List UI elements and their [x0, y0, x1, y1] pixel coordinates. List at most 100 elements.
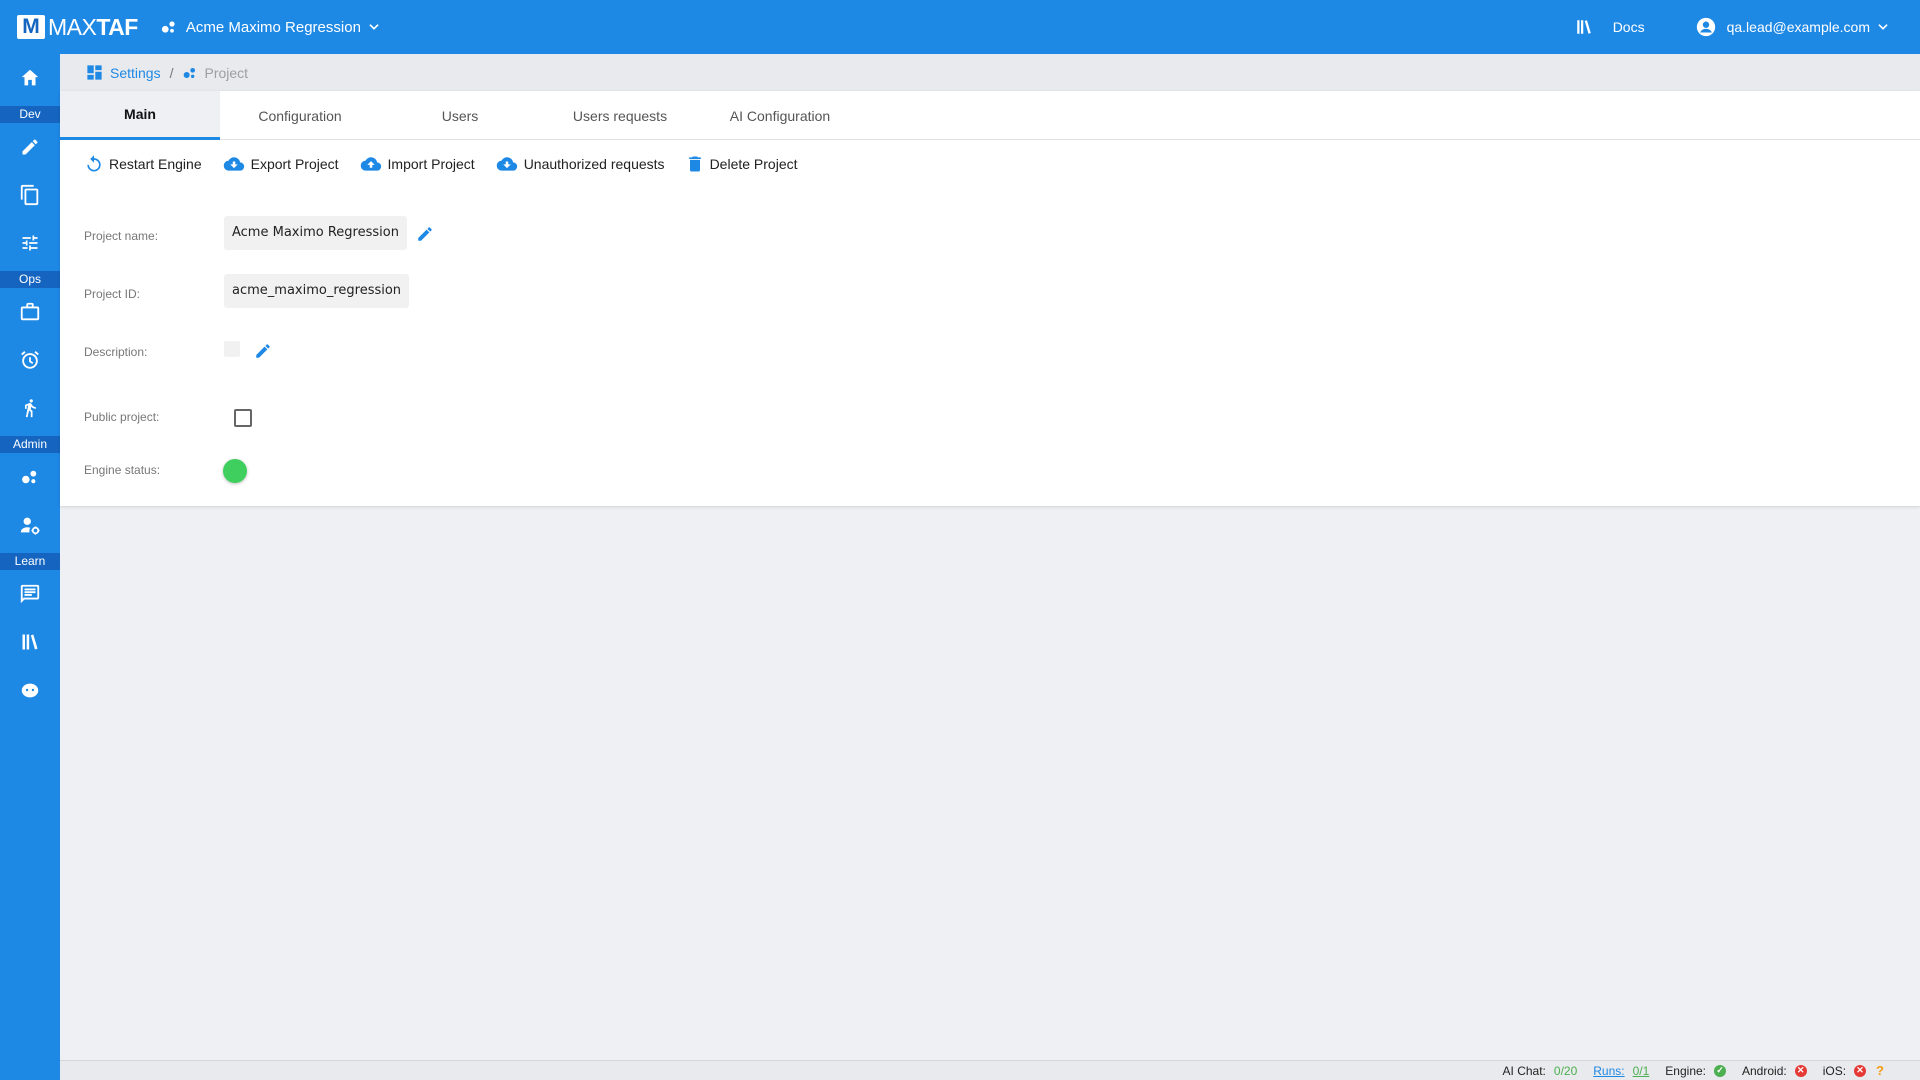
sidebar-item-jobs[interactable] [0, 292, 60, 332]
chat-icon [20, 584, 40, 604]
restart-engine-button[interactable]: Restart Engine [84, 154, 202, 174]
project-settings-card: Main Configuration Users Users requests … [60, 91, 1920, 506]
bubbles-icon [184, 67, 196, 78]
chevron-down-icon [1878, 24, 1888, 30]
check-circle-icon: ✓ [1714, 1064, 1726, 1077]
tab-users-requests[interactable]: Users requests [540, 91, 700, 140]
breadcrumb-separator: / [169, 64, 174, 81]
cloud-download-icon [496, 157, 517, 171]
public-project-checkbox[interactable] [234, 409, 252, 427]
tab-main[interactable]: Main [60, 91, 220, 140]
engine-status: Engine: ✓ [1665, 1064, 1726, 1078]
top-bar: M MAXTAF Acme Maximo Regression Docs qa.… [0, 0, 1920, 54]
logo-letter: M [17, 15, 45, 39]
delete-project-button[interactable]: Delete Project [685, 154, 798, 174]
sidebar-item-library[interactable] [0, 622, 60, 662]
runs-status: Runs: 0/1 [1593, 1064, 1649, 1078]
sliders-icon [22, 235, 38, 251]
cloud-download-icon [223, 157, 244, 171]
export-project-button[interactable]: Export Project [222, 154, 339, 174]
help-icon[interactable]: ? [1876, 1063, 1884, 1078]
runs-link[interactable]: Runs: [1593, 1064, 1624, 1078]
ai-chat-status: AI Chat: 0/20 [1503, 1064, 1578, 1078]
sidebar-section-dev: Dev [0, 106, 60, 123]
delete-project-label: Delete Project [709, 156, 798, 172]
project-selector-label: Acme Maximo Regression [185, 18, 361, 36]
sidebar-item-tune[interactable] [0, 223, 60, 263]
trash-icon [688, 156, 701, 172]
sidebar-item-feedback[interactable] [0, 574, 60, 614]
breadcrumb-project-label: Project [204, 64, 249, 81]
pencil-icon [256, 344, 270, 358]
sidebar-item-home[interactable] [0, 58, 60, 98]
chevron-down-icon [369, 24, 379, 30]
export-project-label: Export Project [250, 156, 339, 172]
import-project-button[interactable]: Import Project [359, 154, 475, 174]
ios-label: iOS: [1822, 1063, 1847, 1078]
engine-status-label: Engine status: [84, 463, 161, 477]
ai-chat-label: AI Chat: [1502, 1063, 1546, 1078]
sidebar-item-projects[interactable] [0, 457, 60, 497]
cloud-upload-icon [360, 157, 381, 171]
tab-bar: Main Configuration Users Users requests … [60, 91, 1920, 140]
tab-users[interactable]: Users [380, 91, 540, 140]
restart-engine-label: Restart Engine [109, 156, 202, 172]
error-circle-icon: ✕ [1794, 1064, 1807, 1077]
account-circle-icon [1696, 17, 1715, 37]
import-project-label: Import Project [387, 156, 475, 172]
headset-icon [21, 681, 39, 698]
engine-status-label-bar: Engine: [1665, 1063, 1706, 1078]
description-field [224, 341, 240, 357]
project-name-field: Acme Maximo Regression [224, 216, 407, 250]
sidebar-item-user-settings[interactable] [0, 505, 60, 545]
description-label: Description: [84, 345, 148, 359]
home-icon [21, 69, 39, 86]
user-menu[interactable]: qa.lead@example.com [1695, 16, 1890, 38]
user-gear-icon [20, 517, 40, 535]
engine-status-indicator [223, 459, 247, 483]
sidebar-section-admin: Admin [0, 436, 60, 453]
sidebar: Dev Ops Admin Learn [0, 54, 60, 1080]
runs-value-link[interactable]: 0/1 [1633, 1064, 1650, 1078]
sidebar-item-edit[interactable] [0, 127, 60, 167]
sidebar-item-runs[interactable] [0, 388, 60, 428]
logo-max: MAX [48, 13, 97, 40]
user-email: qa.lead@example.com [1726, 19, 1870, 35]
tab-configuration[interactable]: Configuration [220, 91, 380, 140]
unauthorized-requests-button[interactable]: Unauthorized requests [495, 154, 665, 174]
android-label: Android: [1742, 1063, 1787, 1078]
project-name-label: Project name: [84, 229, 159, 243]
tab-ai-configuration[interactable]: AI Configuration [700, 91, 860, 140]
unauthorized-requests-label: Unauthorized requests [523, 156, 665, 172]
restart-icon [87, 155, 101, 172]
docs-link[interactable]: Docs [1575, 18, 1645, 36]
sidebar-section-learn: Learn [0, 553, 60, 570]
breadcrumb-settings-label: Settings [110, 64, 161, 81]
sidebar-item-documents[interactable] [0, 175, 60, 215]
sidebar-item-support[interactable] [0, 670, 60, 710]
breadcrumb-settings[interactable]: Settings [85, 63, 161, 82]
status-bar: AI Chat: 0/20 Runs: 0/1 Engine: ✓ Androi… [60, 1060, 1920, 1080]
library-icon [22, 634, 38, 650]
logo-taf: TAF [96, 13, 138, 40]
error-circle-icon: ✕ [1854, 1064, 1867, 1077]
bubbles-icon [161, 21, 175, 33]
run-icon [25, 399, 36, 418]
breadcrumb-project: Project [182, 65, 248, 81]
pencil-icon [418, 227, 432, 241]
edit-project-name-button[interactable] [416, 225, 434, 248]
android-status: Android: ✕ [1742, 1064, 1807, 1078]
alarm-icon [21, 351, 39, 369]
project-selector[interactable]: Acme Maximo Regression [160, 18, 381, 36]
docs-label: Docs [1612, 19, 1645, 35]
ai-chat-value: 0/20 [1553, 1063, 1578, 1078]
briefcase-icon [20, 302, 40, 321]
logo-wordmark: MAXTAF [48, 14, 138, 41]
public-project-label: Public project: [84, 410, 160, 424]
sidebar-section-ops: Ops [0, 271, 60, 288]
maxtaf-logo[interactable]: M MAXTAF [17, 14, 138, 41]
edit-description-button[interactable] [254, 342, 272, 365]
copy-icon [20, 184, 39, 206]
library-icon [1576, 20, 1591, 34]
sidebar-item-schedules[interactable] [0, 340, 60, 380]
